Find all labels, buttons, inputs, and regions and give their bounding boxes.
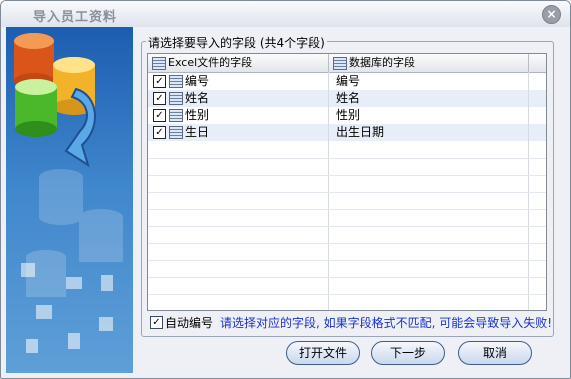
row-divider	[148, 192, 546, 193]
table-icon	[169, 109, 183, 122]
excel-field-name: 姓名	[185, 91, 210, 105]
import-dialog: 导入员工资料 × 请选择要导入的字段 (共4个字段) Excel文件的字段 数据…	[0, 0, 571, 379]
window-title: 导入员工资料	[33, 10, 118, 25]
table-icon	[333, 57, 347, 70]
row-divider	[148, 226, 546, 227]
open-file-button[interactable]: 打开文件	[286, 341, 360, 365]
table-row[interactable]: ✓ 性别 性别	[148, 107, 546, 124]
excel-field-name: 编号	[185, 74, 210, 88]
excel-field-name: 生日	[185, 125, 210, 139]
excel-field-name: 性别	[185, 108, 210, 122]
next-button[interactable]: 下一步	[371, 341, 445, 365]
row-divider	[148, 277, 546, 278]
table-row[interactable]: ✓ 姓名 姓名	[148, 90, 546, 107]
cancel-button[interactable]: 取消	[458, 341, 532, 365]
column-header-filler	[529, 54, 546, 73]
table-icon	[169, 75, 183, 88]
row-divider	[148, 243, 546, 244]
field-mapping-table[interactable]: Excel文件的字段 数据库的字段 ✓ 编号 编号 ✓ 姓名 姓名 ✓ 性别 性…	[147, 53, 547, 311]
row-checkbox[interactable]: ✓	[153, 75, 166, 88]
table-icon	[169, 92, 183, 105]
row-checkbox[interactable]: ✓	[153, 92, 166, 105]
column-header-excel[interactable]: Excel文件的字段	[148, 54, 329, 73]
database-illustration-icon	[14, 33, 123, 353]
column-header-db[interactable]: 数据库的字段	[329, 54, 529, 73]
table-row[interactable]: ✓ 生日 出生日期	[148, 124, 546, 141]
title-bar[interactable]: 导入员工资料 ×	[1, 1, 570, 27]
auto-number-checkbox[interactable]: ✓	[150, 316, 163, 329]
table-row[interactable]: ✓ 编号 编号	[148, 73, 546, 90]
warning-text: 请选择对应的字段, 如果字段格式不匹配, 可能会导致导入失败!	[220, 316, 553, 330]
row-checkbox[interactable]: ✓	[153, 109, 166, 122]
db-field-name[interactable]: 姓名	[336, 90, 360, 107]
db-field-name[interactable]: 性别	[336, 107, 360, 124]
row-divider	[148, 175, 546, 176]
row-divider	[148, 260, 546, 261]
row-divider	[148, 158, 546, 159]
group-legend: 请选择要导入的字段 (共4个字段)	[146, 34, 327, 51]
close-button[interactable]: ×	[542, 5, 561, 24]
table-icon	[152, 57, 166, 70]
row-divider	[148, 294, 546, 295]
row-divider	[148, 209, 546, 210]
row-checkbox[interactable]: ✓	[153, 126, 166, 139]
auto-number-label[interactable]: 自动编号	[165, 314, 213, 331]
db-field-name[interactable]: 出生日期	[336, 124, 384, 141]
db-field-name[interactable]: 编号	[336, 73, 360, 90]
table-icon	[169, 126, 183, 139]
side-illustration	[6, 27, 133, 373]
